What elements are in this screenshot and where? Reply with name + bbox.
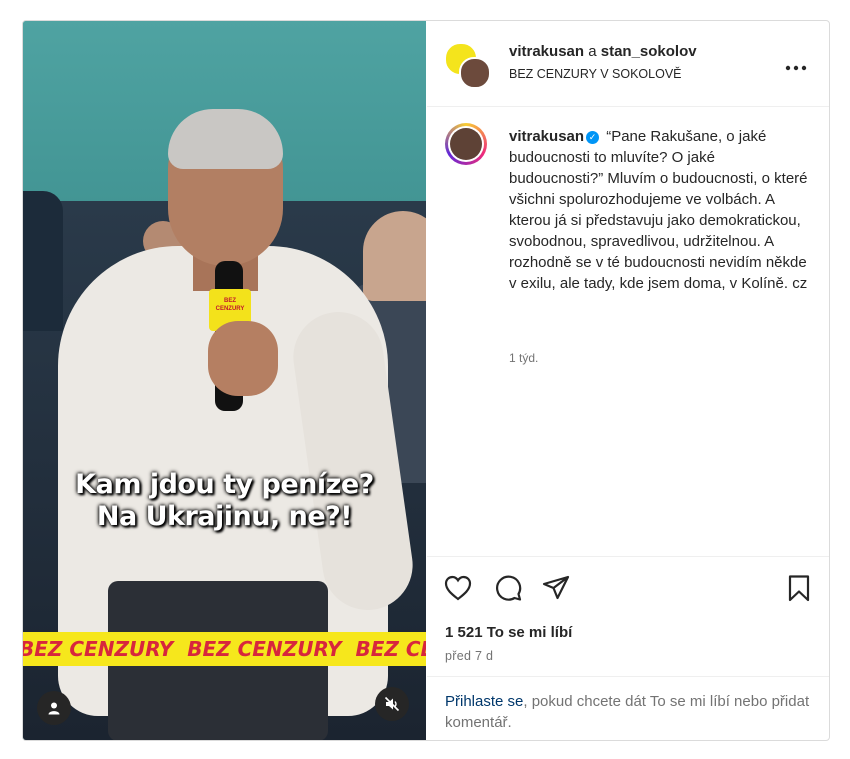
- caption-text: “Pane Rakušane, o jaké budoucnosti to ml…: [509, 128, 808, 292]
- speaker-muted-icon: [384, 696, 400, 712]
- banner-text: BEZ CENZURY: [23, 637, 174, 661]
- post-caption: vitrakusan ✓ “Pane Rakušane, o jaké budou…: [509, 126, 809, 294]
- post-location[interactable]: BEZ CENZURY V SOKOLOVĚ: [509, 67, 682, 81]
- verified-badge-icon: ✓: [586, 131, 600, 144]
- share-icon[interactable]: [541, 573, 571, 603]
- caption-time[interactable]: 1 týd.: [509, 351, 538, 365]
- post-sidebar: vitrakusan a stan_sokolov BEZ CENZURY V …: [427, 21, 829, 740]
- background-person-head: [363, 211, 426, 301]
- author-link[interactable]: vitrakusan: [509, 43, 584, 60]
- speaker-hair: [168, 109, 283, 169]
- login-link[interactable]: Přihlaste se: [445, 693, 523, 710]
- instagram-post: BEZ CENZURY Kam jdou ty peníze? Na Ukraj…: [22, 20, 830, 741]
- speaker-hand: [208, 321, 278, 396]
- more-options-button[interactable]: [785, 54, 807, 77]
- bez-cenzury-banner: BEZ CENZURY BEZ CENZURY BEZ CENZURY: [23, 632, 426, 666]
- login-prompt: Přihlaste se, pokud chcete dát To se mi …: [427, 676, 829, 740]
- banner-text: BEZ CENZURY: [187, 637, 342, 661]
- collab-avatars[interactable]: [445, 43, 491, 89]
- bookmark-icon[interactable]: [784, 573, 814, 603]
- post-header: vitrakusan a stan_sokolov BEZ CENZURY V …: [427, 21, 829, 107]
- post-actions: 1 521 To se mi líbí před 7 d: [427, 556, 829, 689]
- video-caption: Kam jdou ty peníze? Na Ukrajinu, ne?!: [23, 469, 426, 533]
- heart-icon[interactable]: [443, 573, 473, 603]
- more-horizontal-icon: [785, 65, 807, 71]
- authors-joiner: a: [588, 43, 597, 60]
- background-person: [23, 191, 63, 331]
- avatar[interactable]: [459, 57, 491, 89]
- caption-author[interactable]: vitrakusan: [509, 128, 584, 145]
- user-icon: [48, 702, 60, 715]
- mute-button[interactable]: [375, 687, 409, 721]
- avatar[interactable]: [445, 123, 487, 165]
- author-link[interactable]: stan_sokolov: [601, 43, 697, 60]
- post-date[interactable]: před 7 d: [445, 649, 493, 663]
- post-video[interactable]: BEZ CENZURY Kam jdou ty peníze? Na Ukraj…: [23, 21, 426, 740]
- avatar-photo: [450, 128, 482, 160]
- caption-line-2: Na Ukrajinu, ne?!: [96, 501, 353, 532]
- post-authors: vitrakusan a stan_sokolov: [509, 43, 697, 60]
- tagged-users-button[interactable]: [37, 691, 71, 725]
- banner-text: BEZ CENZURY: [355, 637, 427, 661]
- login-prompt-text: Přihlaste se, pokud chcete dát To se mi …: [445, 691, 815, 733]
- likes-count[interactable]: 1 521 To se mi líbí: [445, 624, 572, 641]
- comment-icon[interactable]: [493, 573, 523, 603]
- caption-line-1: Kam jdou ty peníze?: [75, 469, 374, 500]
